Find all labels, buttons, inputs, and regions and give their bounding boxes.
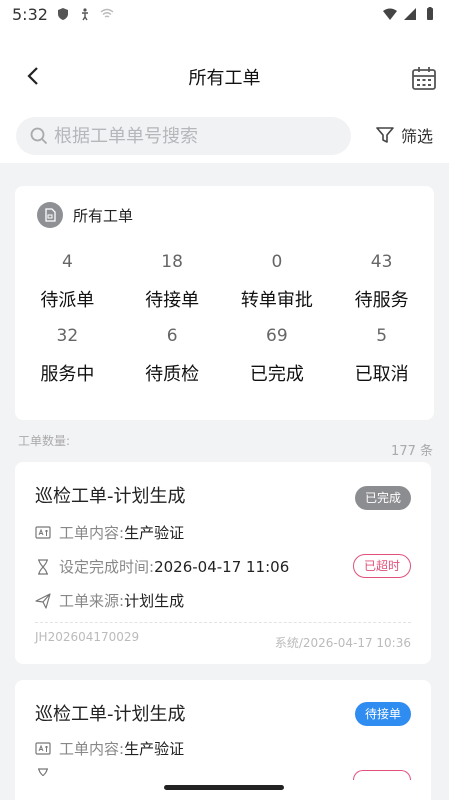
filter-label: 筛选	[400, 127, 433, 146]
summary-card: 所有工单 4 待派单 18 待接单 0 转单审批 43 待服务 32 服务中 6…	[15, 186, 434, 420]
summary-header: 所有工单	[37, 202, 133, 228]
list-count-row: 工单数量: 177 条	[18, 432, 433, 459]
status-count: 6	[166, 326, 178, 346]
navbar: 所有工单	[0, 28, 449, 128]
order-card[interactable]: 巡检工单-计划生成 已完成 工单内容: 生产验证 设定完成时间: 2026-04…	[15, 462, 431, 664]
page-title: 所有工单	[188, 68, 261, 89]
status-cell-pending-dispatch[interactable]: 4 待派单	[15, 252, 120, 312]
status-cell-in-service[interactable]: 32 服务中	[15, 326, 120, 386]
translate-icon	[35, 741, 51, 755]
status-label: 已完成	[249, 364, 304, 385]
status-label: 待派单	[40, 290, 95, 311]
order-content-key: 工单内容:	[59, 524, 125, 542]
battery-icon	[427, 7, 433, 20]
status-count: 32	[56, 326, 79, 346]
summary-title: 所有工单	[73, 206, 134, 225]
translate-icon	[35, 525, 51, 539]
search-input[interactable]	[54, 125, 324, 147]
status-time: 5:32	[12, 4, 48, 24]
calendar-icon[interactable]	[411, 66, 437, 92]
list-count-label: 工单数量:	[18, 434, 71, 448]
status-label: 转单审批	[240, 290, 313, 311]
order-created: 系统/2026-04-17 10:36	[274, 636, 411, 650]
order-due-value: 2026-04-17 11:06	[154, 557, 290, 576]
status-count: 43	[370, 252, 393, 272]
status-label: 待接单	[145, 290, 200, 311]
status-label: 待质检	[145, 364, 200, 385]
order-divider	[35, 622, 411, 623]
status-grid: 4 待派单 18 待接单 0 转单审批 43 待服务 32 服务中 6 待质检 …	[15, 252, 434, 386]
status-count: 69	[266, 326, 288, 346]
overdue-badge: 已超时	[352, 554, 411, 578]
signal-icon	[404, 8, 416, 20]
list-count-total: 177 条	[391, 444, 433, 459]
status-cell-transfer-approval[interactable]: 0 转单审批	[225, 252, 330, 312]
order-source-value: 计划生成	[124, 592, 185, 610]
filter-button[interactable]: 筛选	[375, 123, 433, 147]
order-content-row: 工单内容: 生产验证	[35, 522, 184, 543]
status-badge: 已完成	[354, 486, 411, 510]
order-content-key: 工单内容:	[59, 740, 125, 758]
status-badge: 待接单	[354, 702, 411, 726]
status-cell-pending-inspection[interactable]: 6 待质检	[120, 326, 225, 386]
status-count: 5	[376, 326, 388, 346]
status-label: 待服务	[354, 290, 409, 311]
search-icon	[30, 127, 48, 145]
overdue-badge-partial	[353, 770, 411, 780]
order-title: 巡检工单-计划生成	[35, 704, 186, 725]
status-count: 18	[161, 252, 183, 272]
search-box[interactable]	[16, 117, 351, 155]
order-card[interactable]: 巡检工单-计划生成 待接单 工单内容: 生产验证	[15, 680, 431, 800]
order-content-row: 工单内容: 生产验证	[35, 738, 184, 759]
filter-icon	[376, 127, 394, 143]
hourglass-icon	[38, 768, 48, 776]
order-source-key: 工单来源:	[59, 592, 125, 610]
status-cell-pending-service[interactable]: 43 待服务	[329, 252, 434, 312]
shield-icon	[57, 8, 68, 20]
search-row: 筛选	[0, 117, 449, 163]
status-label: 服务中	[40, 364, 95, 385]
status-cell-completed[interactable]: 69 已完成	[225, 326, 330, 386]
order-title: 巡检工单-计划生成	[35, 486, 186, 507]
status-cell-pending-accept[interactable]: 18 待接单	[120, 252, 225, 312]
wifi-off-icon	[100, 8, 114, 18]
status-count: 0	[271, 252, 283, 272]
accessibility-icon	[81, 8, 88, 21]
status-bar: 5:32	[0, 0, 449, 28]
order-content-value: 生产验证	[124, 524, 185, 542]
status-label: 已取消	[354, 364, 409, 385]
document-icon	[37, 202, 63, 228]
wifi-icon	[383, 8, 397, 20]
home-indicator	[164, 785, 284, 790]
order-source-row: 工单来源: 计划生成	[35, 590, 184, 611]
order-due-row: 设定完成时间: 2026-04-17 11:06	[35, 556, 289, 577]
status-cell-cancelled[interactable]: 5 已取消	[329, 326, 434, 386]
order-due-key: 设定完成时间:	[59, 558, 155, 576]
order-number: JH202604170029	[35, 630, 140, 644]
hourglass-icon	[38, 558, 48, 575]
send-icon	[35, 592, 51, 609]
status-count: 4	[61, 252, 73, 272]
order-content-value: 生产验证	[124, 740, 185, 758]
